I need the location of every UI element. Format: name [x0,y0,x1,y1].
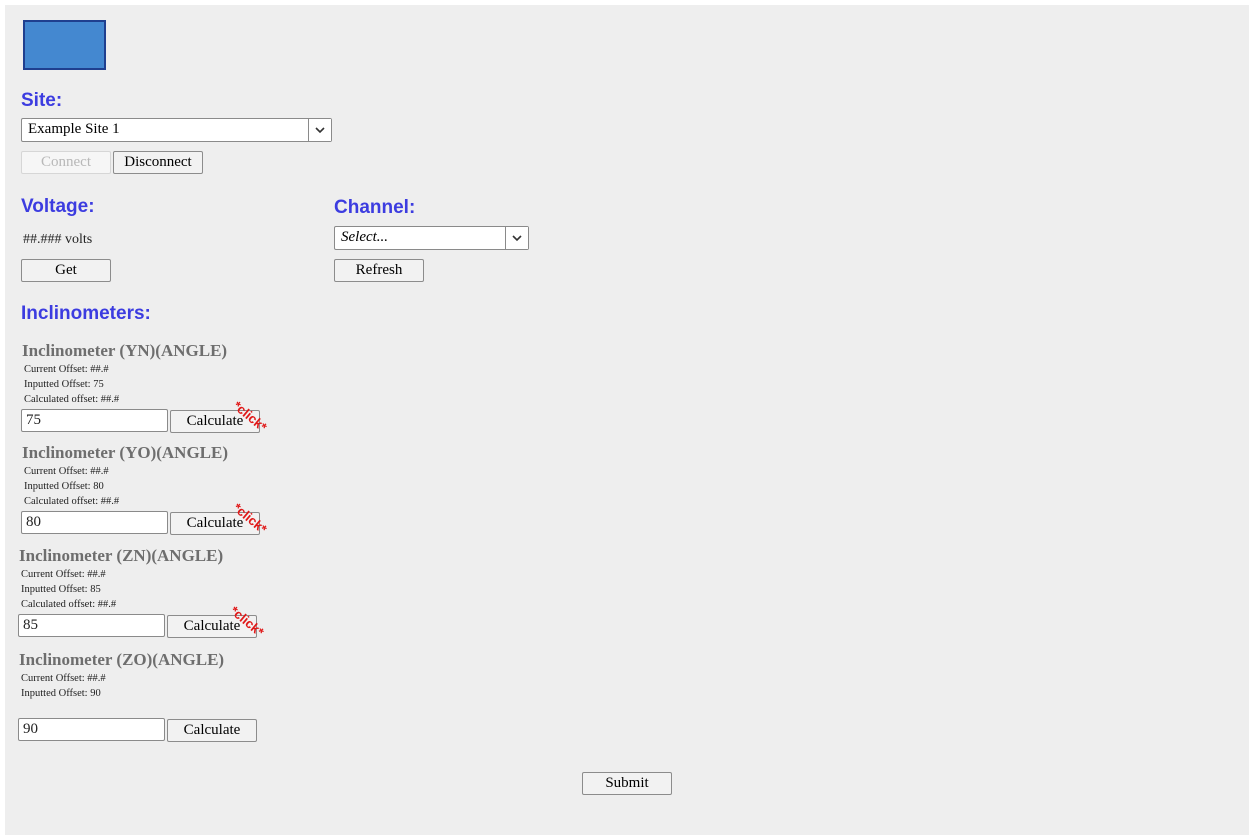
voltage-value: ##.### volts [23,232,93,247]
current-offset: Current Offset: ##.# [24,466,109,477]
calculated-offset: Calculated offset: ##.# [21,599,117,610]
voltage-heading: Voltage: [21,196,95,217]
offset-input[interactable]: 85 [18,614,165,637]
current-offset: Current Offset: ##.# [24,364,109,375]
channel-select-value: Select... [341,229,389,245]
connect-button[interactable]: Connect [21,151,111,174]
inputted-offset: Inputted Offset: 90 [21,688,101,699]
chevron-down-icon [505,227,528,249]
current-offset: Current Offset: ##.# [21,569,106,580]
submit-button[interactable]: Submit [582,772,672,795]
offset-input[interactable]: 80 [21,511,168,534]
current-offset: Current Offset: ##.# [21,673,106,684]
inputted-offset: Inputted Offset: 80 [24,481,104,492]
site-heading: Site: [21,90,63,111]
site-select[interactable]: Example Site 1 [21,118,332,142]
inputted-offset: Inputted Offset: 85 [21,584,101,595]
inclinometer-title: Inclinometer (ZN)(ANGLE) [19,546,224,565]
calculated-offset: Calculated offset: ##.# [24,394,120,405]
get-voltage-button[interactable]: Get [21,259,111,282]
calculate-button[interactable]: Calculate [167,719,257,742]
inclinometer-title: Inclinometer (ZO)(ANGLE) [19,650,225,669]
inclinometers-heading: Inclinometers: [21,303,151,324]
inclinometer-title: Inclinometer (YO)(ANGLE) [22,443,229,462]
refresh-button[interactable]: Refresh [334,259,424,282]
logo [23,20,106,70]
calculated-offset: Calculated offset: ##.# [24,496,120,507]
site-select-value: Example Site 1 [28,121,120,137]
disconnect-button[interactable]: Disconnect [113,151,203,174]
inputted-offset: Inputted Offset: 75 [24,379,104,390]
offset-input[interactable]: 75 [21,409,168,432]
offset-input[interactable]: 90 [18,718,165,741]
channel-heading: Channel: [334,197,416,218]
channel-select[interactable]: Select... [334,226,529,250]
chevron-down-icon [308,119,331,141]
inclinometer-title: Inclinometer (YN)(ANGLE) [22,341,228,360]
